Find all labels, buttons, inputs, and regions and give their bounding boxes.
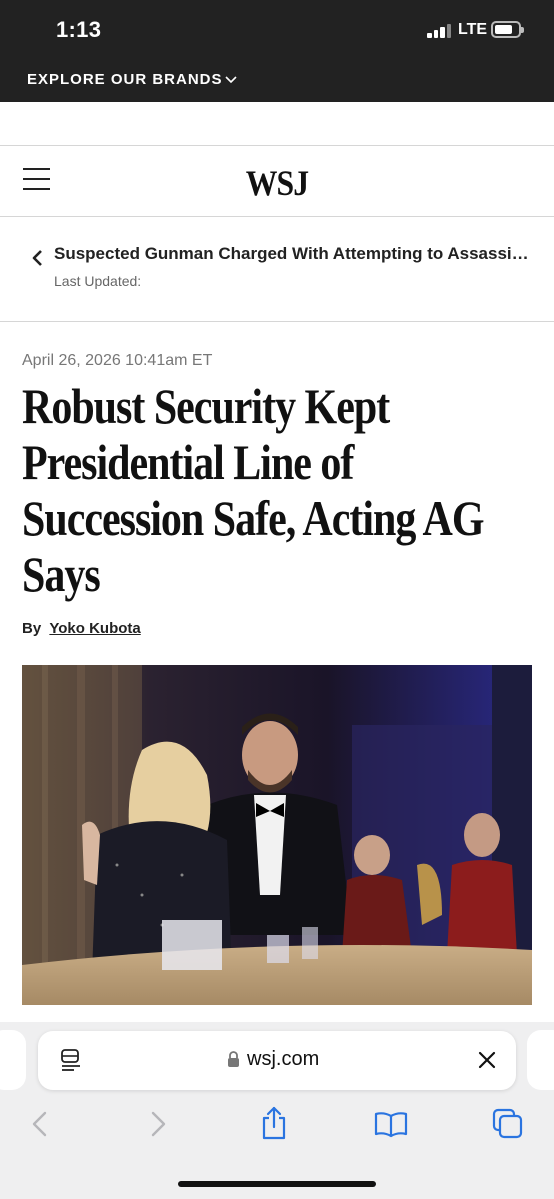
live-coverage-title: Suspected Gunman Charged With Attempting… [54, 244, 534, 263]
wsj-logo[interactable]: WSJ [33, 162, 521, 204]
status-time: 1:13 [56, 17, 102, 42]
author-link[interactable]: Yoko Kubota [49, 620, 140, 637]
byline: By Yoko Kubota [22, 620, 141, 637]
address-bar[interactable]: wsj.com [38, 1031, 516, 1090]
explore-brands-bar[interactable]: EXPLORE OUR BRANDS [0, 60, 554, 102]
article-headline: Robust Security Kept Presidential Line o… [22, 378, 485, 602]
chevron-left-icon [32, 250, 42, 266]
forward-icon[interactable] [150, 1110, 168, 1138]
bookmarks-icon[interactable] [374, 1110, 408, 1138]
last-updated-label: Last Updated: [54, 273, 142, 289]
previous-tab-preview[interactable] [0, 1030, 26, 1090]
address-url: wsj.com [247, 1048, 320, 1070]
reader-icon[interactable] [60, 1048, 82, 1072]
ad-spacer [0, 102, 554, 146]
status-bar: 1:13 LTE [0, 0, 554, 60]
chevron-down-icon [225, 76, 237, 84]
live-coverage-link[interactable]: Suspected Gunman Charged With Attempting… [0, 218, 554, 322]
close-icon[interactable] [477, 1050, 497, 1070]
share-icon[interactable] [260, 1106, 288, 1140]
battery-icon [491, 21, 524, 38]
article-photo [22, 665, 532, 1005]
home-indicator [178, 1181, 376, 1187]
byline-prefix: By [22, 620, 42, 637]
next-tab-preview[interactable] [527, 1030, 554, 1090]
photo-illustration [22, 665, 532, 1005]
network-type: LTE [458, 21, 488, 38]
back-icon[interactable] [30, 1110, 48, 1138]
tabs-icon[interactable] [492, 1108, 524, 1140]
article-dateline: April 26, 2026 10:41am ET [22, 352, 213, 369]
cellular-signal-icon [427, 24, 453, 38]
browser-toolbar [0, 1100, 554, 1160]
masthead: WSJ [0, 146, 554, 217]
lock-icon [228, 1051, 239, 1067]
explore-brands-label: EXPLORE OUR BRANDS [27, 71, 223, 88]
